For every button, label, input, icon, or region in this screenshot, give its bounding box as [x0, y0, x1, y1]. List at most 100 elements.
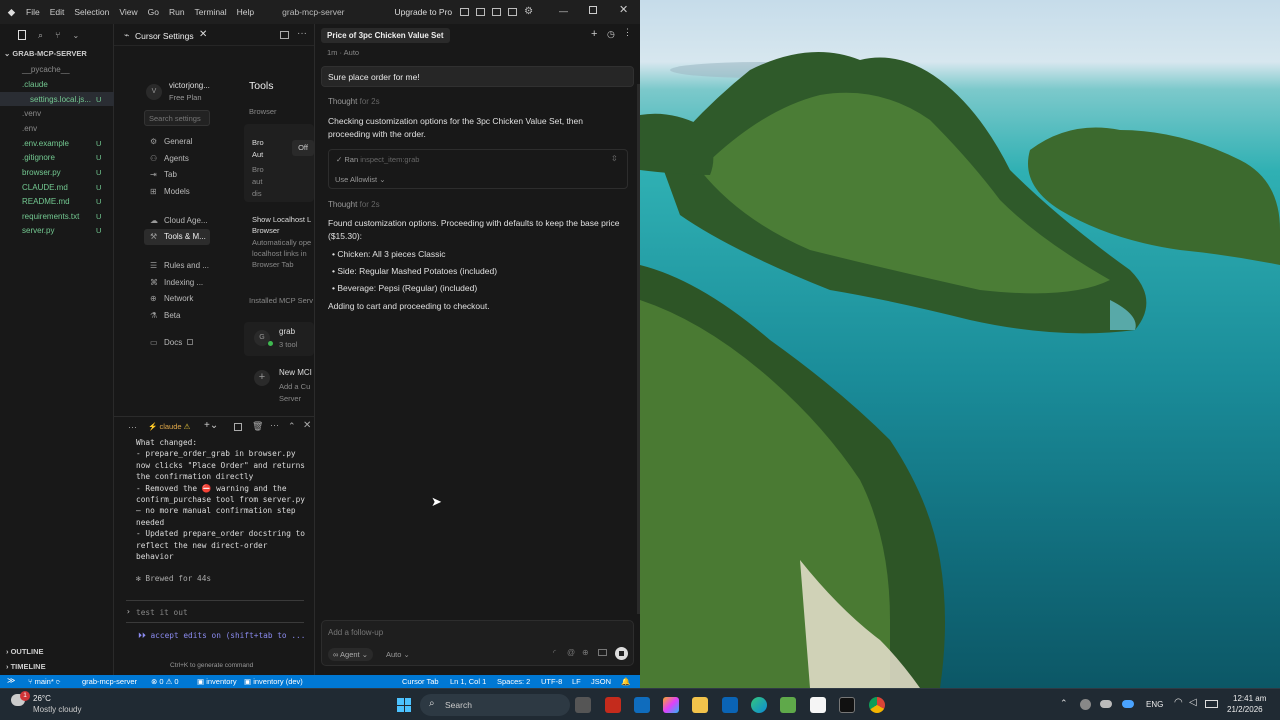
- notion-app-icon[interactable]: [810, 697, 826, 713]
- bell-icon[interactable]: 🔔: [621, 677, 630, 686]
- weather-status[interactable]: Mostly cloudy: [33, 705, 81, 714]
- expand-icon[interactable]: ⇳: [611, 154, 618, 163]
- file-item[interactable]: settings.local.js... U: [0, 92, 114, 106]
- new-chat-icon[interactable]: +: [591, 28, 597, 40]
- timeline-section[interactable]: › TIMELINE: [6, 662, 46, 671]
- search-icon[interactable]: ⌕: [38, 30, 43, 41]
- new-mcp-title[interactable]: New MCI: [279, 368, 312, 377]
- menu-run[interactable]: Run: [169, 7, 185, 17]
- terminal-prompt-input[interactable]: test it out: [136, 608, 188, 617]
- language-mode[interactable]: JSON: [591, 677, 611, 686]
- chat-tab[interactable]: Price of 3pc Chicken Value Set: [321, 28, 450, 43]
- menu-help[interactable]: Help: [237, 7, 254, 17]
- clock-date[interactable]: 21/2/2026: [1227, 705, 1263, 714]
- settings-nav-item[interactable]: ⚗ Beta: [150, 311, 180, 320]
- outlook-app-icon[interactable]: [722, 697, 738, 713]
- new-terminal-icon[interactable]: +⌄: [204, 420, 218, 431]
- notepad-app-icon[interactable]: [780, 697, 796, 713]
- onedrive-icon[interactable]: [1100, 700, 1112, 708]
- more-actions-icon[interactable]: ⋮: [623, 27, 632, 38]
- layout-bottom-icon[interactable]: [492, 8, 502, 16]
- file-item[interactable]: .env: [0, 121, 114, 135]
- file-item[interactable]: README.md U: [0, 194, 114, 208]
- inventory-dev-indicator[interactable]: ▣ inventory (dev): [244, 677, 303, 686]
- file-item[interactable]: .env.example U: [0, 136, 114, 150]
- more-actions-icon[interactable]: ···: [270, 420, 279, 430]
- file-item[interactable]: CLAUDE.md U: [0, 180, 114, 194]
- branch-indicator[interactable]: ⑂ main* ⟳: [28, 677, 60, 686]
- menu-selection[interactable]: Selection: [74, 7, 109, 17]
- more-actions-icon[interactable]: ···: [297, 28, 307, 39]
- tab-cursor-settings[interactable]: Cursor Settings: [135, 31, 194, 41]
- outline-section[interactable]: › OUTLINE: [6, 647, 44, 656]
- remote-icon[interactable]: ≫: [7, 676, 15, 685]
- globe-icon[interactable]: ⊕: [582, 648, 589, 657]
- file-item[interactable]: .claude: [0, 77, 114, 91]
- agent-mode-dropdown[interactable]: ∞ Agent ⌄: [328, 648, 374, 661]
- layout-panel-icon[interactable]: [460, 8, 470, 16]
- close-window-button[interactable]: ✕: [619, 3, 628, 16]
- maximize-button[interactable]: [589, 6, 597, 14]
- indentation[interactable]: Spaces: 2: [497, 677, 530, 686]
- file-item[interactable]: __pycache__: [0, 62, 114, 76]
- minimize-button[interactable]: —: [559, 6, 568, 16]
- use-allowlist-dropdown[interactable]: Use Allowlist ⌄: [335, 175, 386, 184]
- source-control-icon[interactable]: ⑂: [55, 30, 60, 40]
- upgrade-button[interactable]: Upgrade to Pro: [395, 7, 453, 17]
- project-indicator[interactable]: grab-mcp-server: [82, 677, 137, 686]
- settings-nav-item[interactable]: ⌘ Indexing ...: [150, 278, 203, 287]
- settings-search-input[interactable]: Search settings: [144, 110, 210, 126]
- edge-browser-icon[interactable]: [751, 697, 767, 713]
- settings-nav-item[interactable]: ☰ Rules and ...: [150, 261, 209, 270]
- temperature[interactable]: 26°C: [33, 694, 51, 703]
- clock-time[interactable]: 12:41 am: [1233, 694, 1266, 703]
- image-icon[interactable]: [598, 649, 607, 656]
- trash-icon[interactable]: 🗑: [252, 421, 263, 432]
- settings-nav-item[interactable]: ⚙ General: [150, 137, 192, 146]
- close-tab-icon[interactable]: ✕: [199, 29, 207, 40]
- menu-edit[interactable]: Edit: [50, 7, 65, 17]
- thought-label[interactable]: Thought for 2s: [328, 97, 380, 106]
- cursor-app-icon[interactable]: [839, 697, 855, 713]
- language-indicator[interactable]: ENG: [1146, 700, 1163, 709]
- menu-view[interactable]: View: [119, 7, 137, 17]
- file-item[interactable]: .venv: [0, 106, 114, 120]
- menu-terminal[interactable]: Terminal: [195, 7, 227, 17]
- settings-nav-item[interactable]: ▭ Docs: [150, 338, 182, 347]
- problems-indicator[interactable]: ⊗ 0 ⚠ 0: [151, 677, 179, 686]
- file-item[interactable]: server.py U: [0, 223, 114, 237]
- settings-nav-item[interactable]: ⇥ Tab: [150, 170, 177, 179]
- more-actions-icon[interactable]: ···: [128, 422, 137, 432]
- chevron-up-icon[interactable]: ⌃: [288, 421, 296, 432]
- terminal-tab[interactable]: ⚡ claude ⚠: [148, 422, 190, 431]
- file-item[interactable]: browser.py U: [0, 165, 114, 179]
- store-app-icon[interactable]: [634, 697, 650, 713]
- explorer-root[interactable]: ⌄ GRAB-MCP-SERVER: [4, 49, 87, 58]
- chevron-down-icon[interactable]: ⌄: [72, 31, 79, 40]
- add-icon[interactable]: +: [254, 370, 270, 386]
- photos-app-icon[interactable]: [663, 697, 679, 713]
- menu-file[interactable]: File: [26, 7, 40, 17]
- split-terminal-icon[interactable]: [234, 423, 242, 431]
- settings-nav-item[interactable]: ☁ Cloud Age...: [150, 216, 208, 225]
- file-item[interactable]: requirements.txt U: [0, 209, 114, 223]
- user-message[interactable]: Sure place order for me!: [321, 66, 634, 87]
- history-icon[interactable]: ◷: [607, 29, 615, 40]
- inventory-indicator[interactable]: ▣ inventory: [197, 677, 237, 686]
- taskbar-search[interactable]: ⌕ Search: [420, 694, 570, 716]
- pdf-app-icon[interactable]: [605, 697, 621, 713]
- close-icon[interactable]: ✕: [303, 420, 311, 431]
- scrollbar[interactable]: [637, 84, 640, 614]
- wifi-icon[interactable]: ◠: [1174, 697, 1183, 708]
- settings-nav-item[interactable]: ⚒ Tools & M...: [150, 232, 206, 241]
- split-editor-icon[interactable]: [280, 31, 289, 39]
- files-icon[interactable]: [18, 30, 26, 40]
- menu-go[interactable]: Go: [148, 7, 159, 17]
- tray-app-icon[interactable]: [1080, 699, 1091, 710]
- stop-button[interactable]: [615, 647, 628, 660]
- volume-icon[interactable]: ◁: [1189, 697, 1197, 708]
- cloud-icon[interactable]: [1122, 700, 1134, 708]
- gear-icon[interactable]: ⚙: [524, 7, 533, 17]
- encoding[interactable]: UTF-8: [541, 677, 562, 686]
- layout-right-icon[interactable]: [508, 8, 518, 16]
